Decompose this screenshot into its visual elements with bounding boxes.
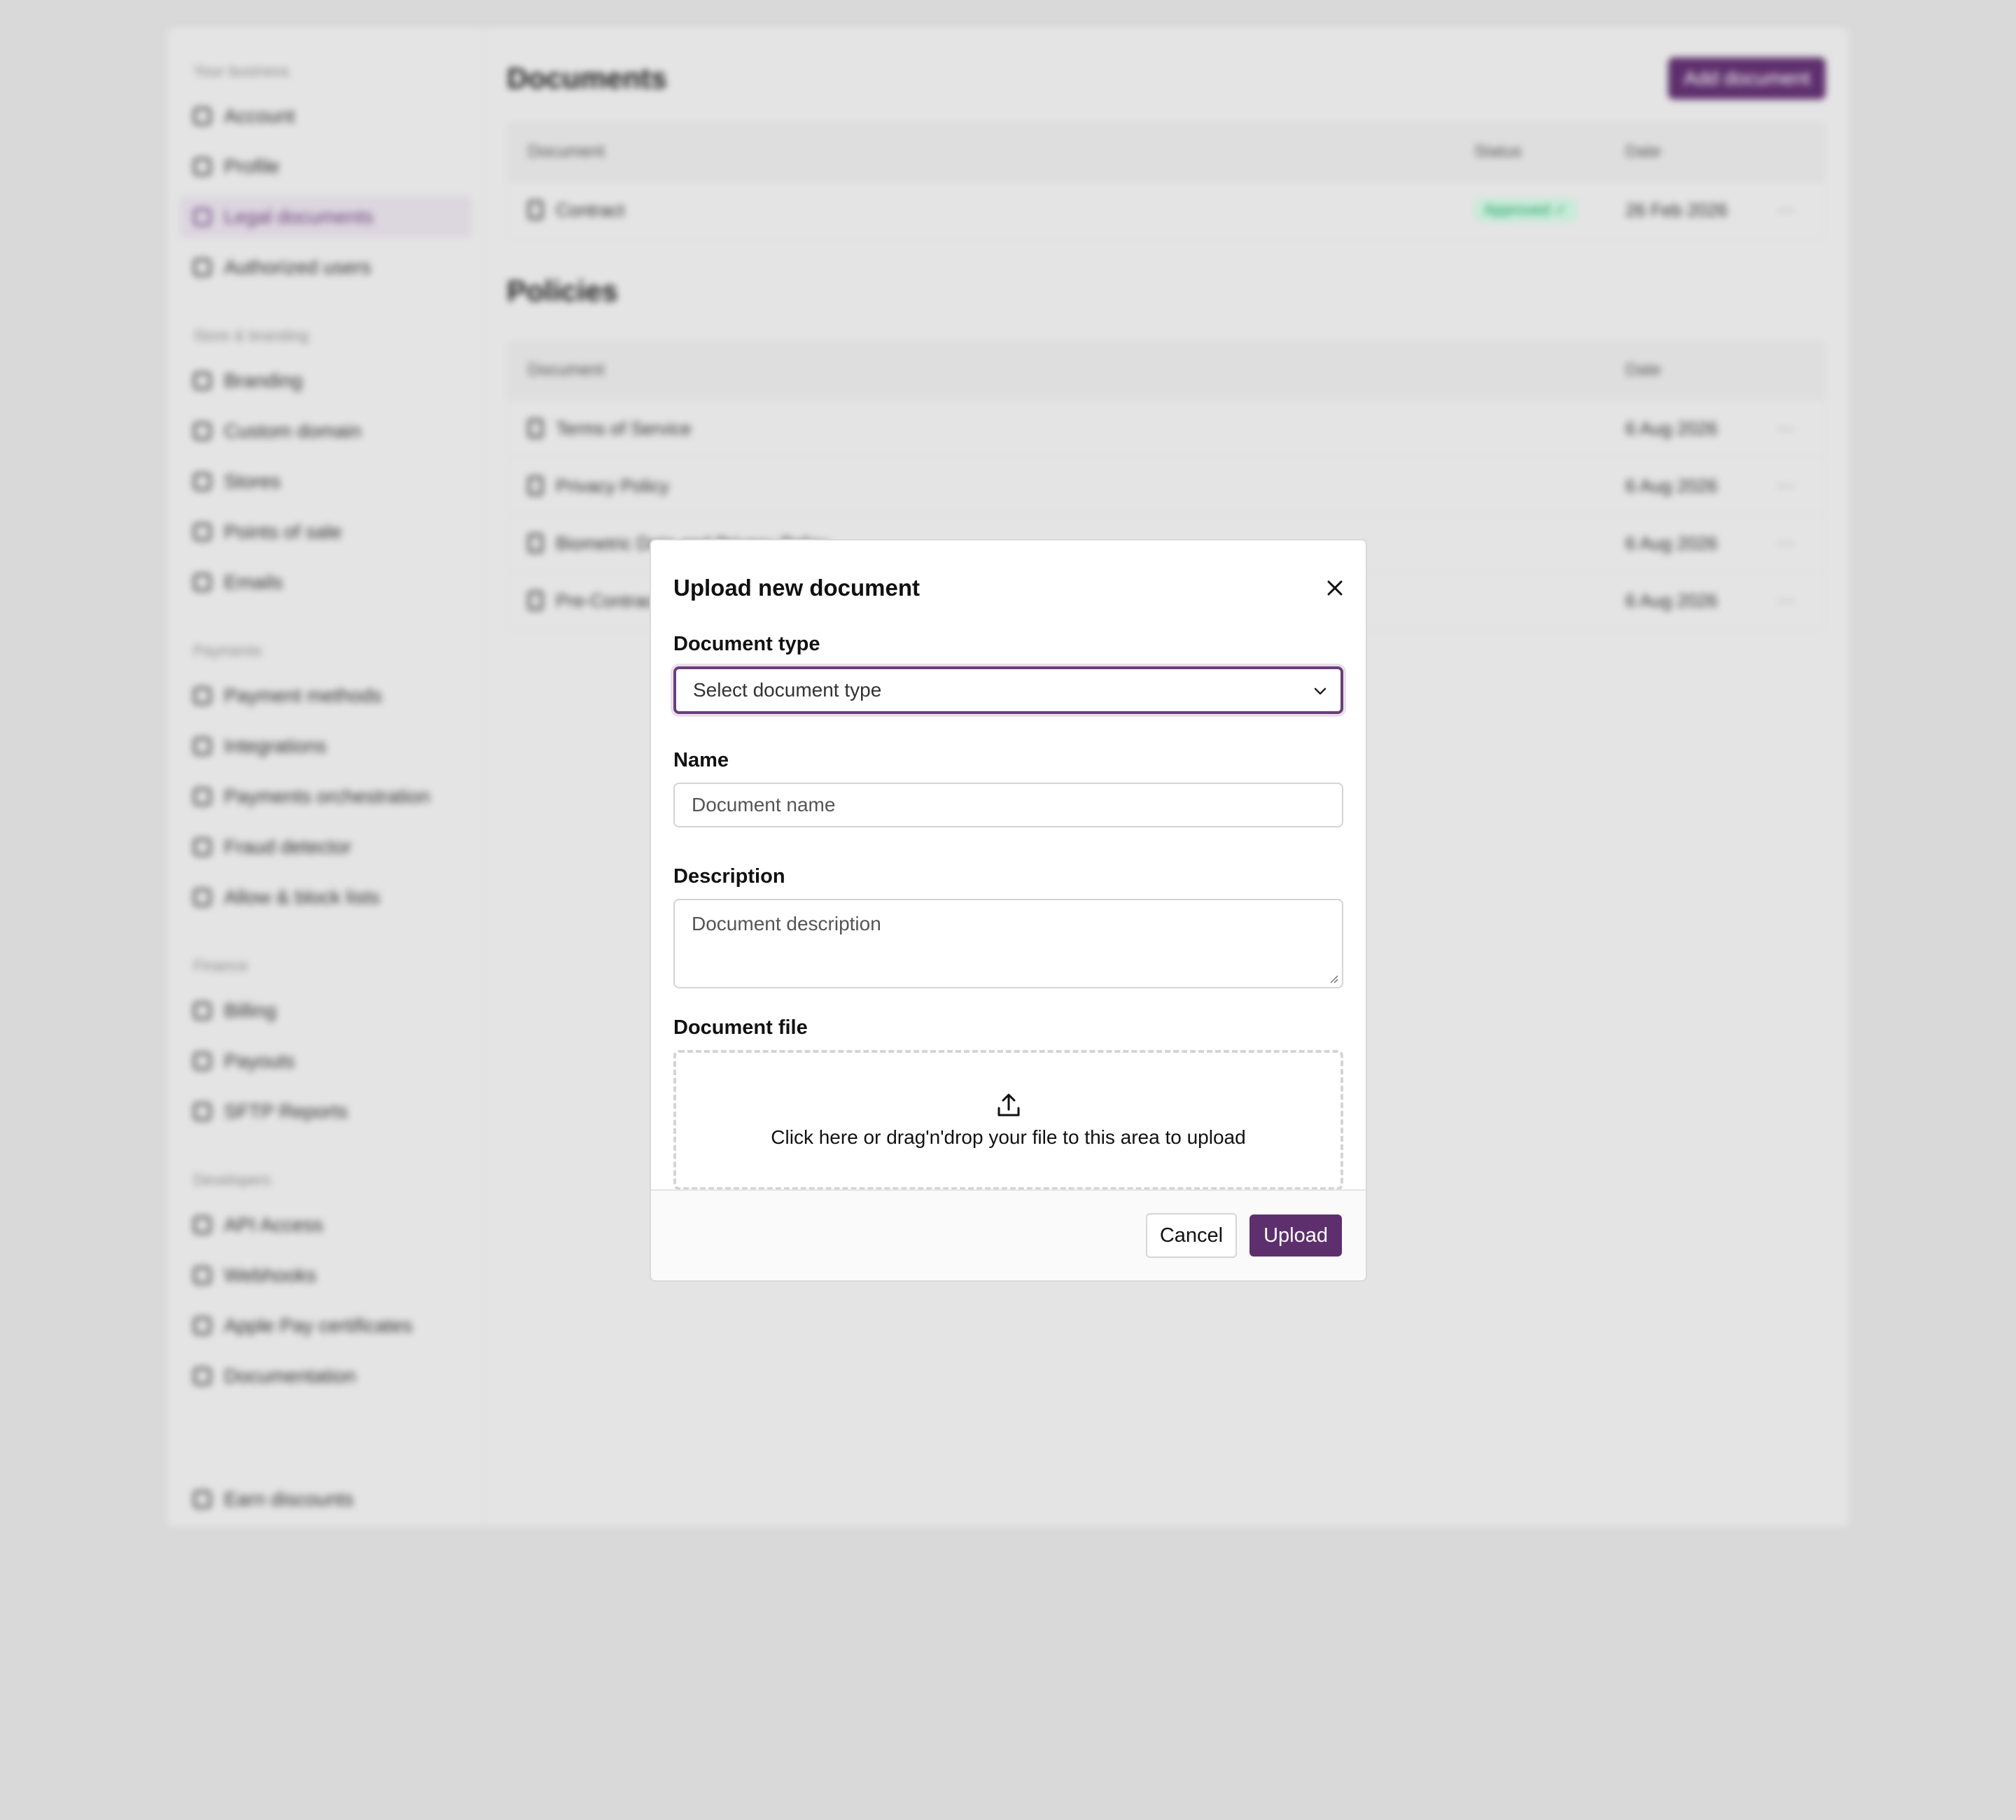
document-name-input[interactable]: Document name <box>673 783 1343 827</box>
upload-icon <box>997 1093 1019 1116</box>
document-file-label: Document file <box>673 1016 808 1039</box>
document-description-placeholder: Document description <box>692 913 881 934</box>
cancel-button[interactable]: Cancel <box>1145 1213 1238 1258</box>
upload-button[interactable]: Upload <box>1250 1214 1342 1256</box>
document-type-value: Select document type <box>693 679 882 701</box>
document-description-textarea[interactable]: Document description <box>673 899 1343 988</box>
document-type-select[interactable]: Select document type <box>673 666 1343 714</box>
chevron-down-icon <box>1314 687 1326 695</box>
document-type-label: Document type <box>673 633 820 655</box>
dialog-footer: Cancel Upload <box>651 1189 1366 1280</box>
description-label: Description <box>673 865 785 888</box>
name-label: Name <box>673 749 729 771</box>
dropzone-text: Click here or drag'n'drop your file to t… <box>771 1126 1246 1148</box>
upload-document-dialog: Upload new document Document type Select… <box>650 539 1367 1282</box>
file-dropzone[interactable]: Click here or drag'n'drop your file to t… <box>673 1050 1343 1190</box>
dialog-title: Upload new document <box>673 575 920 601</box>
close-icon <box>1327 580 1343 596</box>
close-button[interactable] <box>1320 573 1350 603</box>
document-name-placeholder: Document name <box>692 794 836 816</box>
resize-grip-icon[interactable] <box>1328 973 1339 984</box>
